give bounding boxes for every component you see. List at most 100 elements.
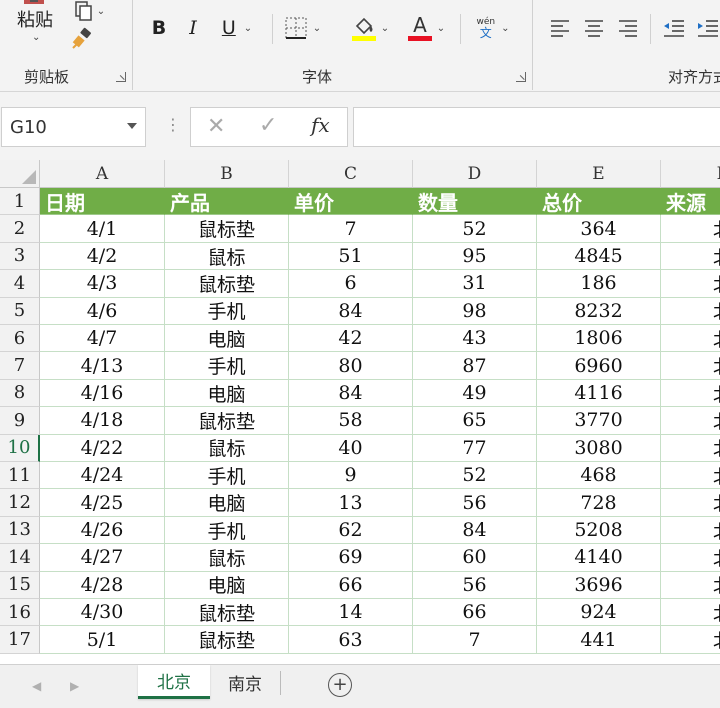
align-left-button[interactable] bbox=[546, 14, 574, 42]
table-cell[interactable]: 北 bbox=[661, 626, 720, 654]
table-cell[interactable]: 49 bbox=[413, 379, 537, 408]
table-cell[interactable]: 60 bbox=[413, 544, 537, 572]
fill-color-button[interactable]: ⌄ bbox=[346, 12, 394, 44]
table-cell[interactable]: 电脑 bbox=[165, 379, 289, 408]
font-color-button[interactable]: A ⌄ bbox=[402, 12, 450, 44]
column-header-a[interactable]: A bbox=[40, 160, 165, 188]
table-cell[interactable]: 手机 bbox=[165, 297, 289, 325]
table-cell[interactable]: 北 bbox=[661, 298, 720, 325]
increase-indent-button[interactable] bbox=[694, 14, 720, 42]
underline-button[interactable]: U ⌄ bbox=[214, 14, 260, 42]
table-cell[interactable]: 手机 bbox=[165, 352, 289, 380]
table-cell[interactable]: 4/16 bbox=[40, 379, 165, 408]
table-cell[interactable]: 56 bbox=[413, 571, 537, 599]
table-cell[interactable]: 43 bbox=[413, 325, 537, 353]
row-header-10[interactable]: 10 bbox=[0, 434, 40, 462]
sheet-tab-1[interactable]: 北京 bbox=[138, 665, 210, 699]
table-cell[interactable]: 北 bbox=[661, 462, 720, 490]
insert-function-icon[interactable]: fx bbox=[311, 113, 330, 137]
table-cell[interactable]: 4/13 bbox=[40, 352, 165, 380]
table-cell[interactable]: 北 bbox=[661, 243, 720, 271]
row-header-2[interactable]: 2 bbox=[0, 215, 40, 243]
table-cell[interactable]: 北 bbox=[661, 599, 720, 627]
row-header-8[interactable]: 8 bbox=[0, 379, 40, 408]
table-cell[interactable]: 4/22 bbox=[40, 434, 165, 462]
table-cell[interactable]: 4/6 bbox=[40, 297, 165, 325]
table-cell[interactable]: 4/30 bbox=[40, 599, 165, 627]
table-cell[interactable]: 手机 bbox=[165, 516, 289, 545]
align-center-button[interactable] bbox=[580, 14, 608, 42]
table-cell[interactable]: 鼠标垫 bbox=[165, 407, 289, 435]
table-cell[interactable]: 3770 bbox=[537, 407, 661, 435]
next-sheet-icon[interactable]: ▶ bbox=[70, 679, 79, 693]
table-header-cell[interactable]: 日期 bbox=[40, 188, 165, 216]
table-cell[interactable]: 80 bbox=[289, 352, 413, 380]
table-cell[interactable]: 4/7 bbox=[40, 325, 165, 353]
table-cell[interactable]: 42 bbox=[289, 325, 413, 353]
table-cell[interactable]: 4845 bbox=[537, 242, 661, 271]
table-cell[interactable]: 鼠标 bbox=[165, 242, 289, 271]
table-header-cell[interactable]: 来源 bbox=[661, 188, 720, 216]
table-header-cell[interactable]: 单价 bbox=[289, 188, 413, 216]
table-cell[interactable]: 电脑 bbox=[165, 489, 289, 517]
table-cell[interactable]: 电脑 bbox=[165, 325, 289, 353]
table-cell[interactable]: 北 bbox=[661, 517, 720, 545]
row-header-11[interactable]: 11 bbox=[0, 462, 40, 490]
row-header-5[interactable]: 5 bbox=[0, 297, 40, 325]
table-cell[interactable]: 北 bbox=[661, 215, 720, 243]
column-header-c[interactable]: C bbox=[289, 160, 413, 188]
table-cell[interactable]: 66 bbox=[413, 599, 537, 627]
table-cell[interactable]: 5/1 bbox=[40, 626, 165, 654]
table-cell[interactable]: 69 bbox=[289, 544, 413, 572]
table-cell[interactable]: 52 bbox=[413, 215, 537, 243]
table-cell[interactable]: 4/27 bbox=[40, 544, 165, 572]
table-cell[interactable]: 北 bbox=[661, 489, 720, 517]
table-cell[interactable]: 14 bbox=[289, 599, 413, 627]
sheet-tab-2[interactable]: 南京 bbox=[212, 665, 278, 699]
table-cell[interactable]: 电脑 bbox=[165, 571, 289, 599]
row-header-7[interactable]: 7 bbox=[0, 352, 40, 380]
table-cell[interactable]: 北 bbox=[661, 435, 720, 462]
table-cell[interactable]: 手机 bbox=[165, 462, 289, 490]
table-cell[interactable]: 北 bbox=[661, 380, 720, 408]
select-all-button[interactable] bbox=[0, 160, 40, 188]
table-cell[interactable]: 4/2 bbox=[40, 242, 165, 271]
table-cell[interactable]: 3080 bbox=[537, 434, 661, 462]
table-cell[interactable]: 4140 bbox=[537, 544, 661, 572]
table-cell[interactable]: 58 bbox=[289, 407, 413, 435]
align-right-button[interactable] bbox=[614, 14, 642, 42]
table-cell[interactable]: 3696 bbox=[537, 571, 661, 599]
table-cell[interactable]: 65 bbox=[413, 407, 537, 435]
table-header-cell[interactable]: 总价 bbox=[537, 188, 661, 216]
table-cell[interactable]: 98 bbox=[413, 297, 537, 325]
table-cell[interactable]: 364 bbox=[537, 215, 661, 243]
table-cell[interactable]: 84 bbox=[289, 379, 413, 408]
table-cell[interactable]: 6 bbox=[289, 270, 413, 298]
table-cell[interactable]: 84 bbox=[413, 516, 537, 545]
row-header-14[interactable]: 14 bbox=[0, 544, 40, 572]
table-cell[interactable]: 56 bbox=[413, 489, 537, 517]
table-cell[interactable]: 728 bbox=[537, 489, 661, 517]
row-header-16[interactable]: 16 bbox=[0, 599, 40, 627]
table-cell[interactable]: 51 bbox=[289, 242, 413, 271]
table-cell[interactable]: 北 bbox=[661, 407, 720, 435]
table-cell[interactable]: 468 bbox=[537, 462, 661, 490]
table-cell[interactable]: 鼠标 bbox=[165, 544, 289, 572]
table-cell[interactable]: 鼠标垫 bbox=[165, 270, 289, 298]
table-cell[interactable]: 95 bbox=[413, 242, 537, 271]
column-header-d[interactable]: D bbox=[413, 160, 537, 188]
chevron-down-icon[interactable] bbox=[127, 123, 137, 129]
cancel-icon[interactable]: ✕ bbox=[207, 114, 225, 139]
table-cell[interactable]: 441 bbox=[537, 626, 661, 654]
row-header-4[interactable]: 4 bbox=[0, 270, 40, 298]
table-cell[interactable]: 4/18 bbox=[40, 407, 165, 435]
borders-button[interactable]: ⌄ bbox=[280, 14, 326, 42]
table-cell[interactable]: 北 bbox=[661, 270, 720, 298]
row-header-17[interactable]: 17 bbox=[0, 626, 40, 654]
table-cell[interactable]: 186 bbox=[537, 270, 661, 298]
column-header-f[interactable]: F bbox=[661, 160, 720, 188]
row-header-15[interactable]: 15 bbox=[0, 571, 40, 599]
italic-button[interactable]: I bbox=[180, 14, 206, 42]
row-header-1[interactable]: 1 bbox=[0, 188, 40, 216]
confirm-icon[interactable]: ✓ bbox=[259, 113, 277, 138]
